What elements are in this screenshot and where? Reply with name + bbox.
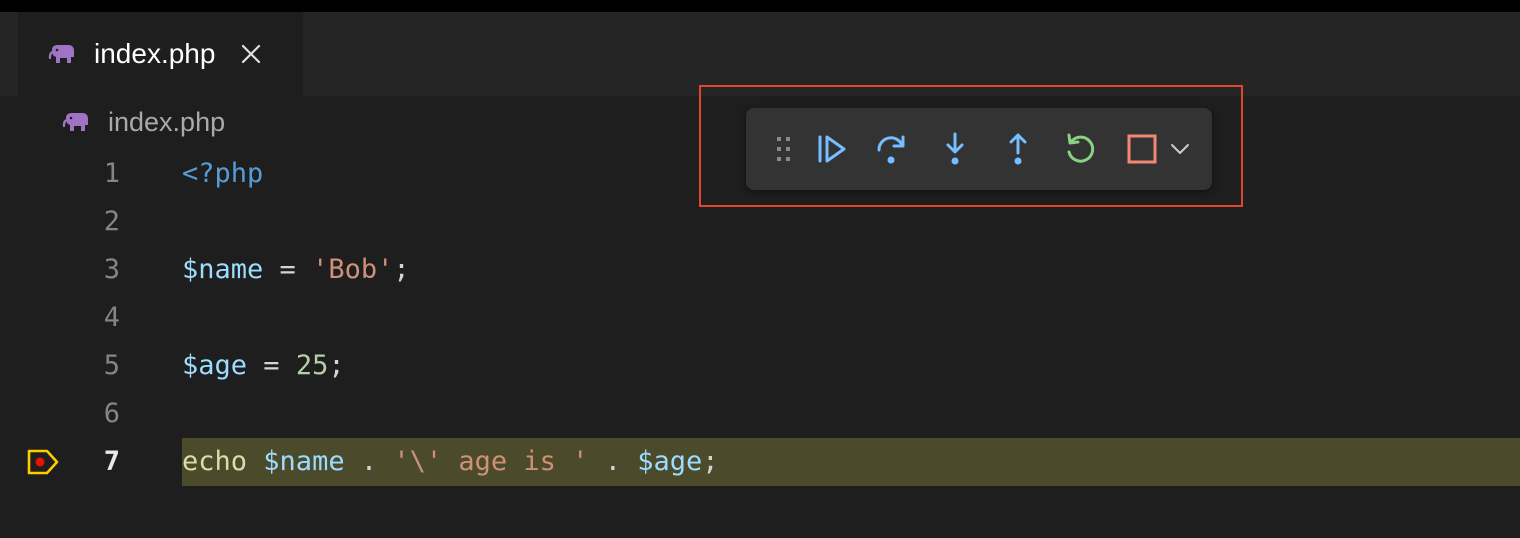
code-token: $age — [637, 446, 703, 477]
code-text: echo $name . '\' age is ' . $age; — [182, 438, 719, 486]
vscode-window: index.php index.php 1 <?php 2 3 $name = 'Bob… — [0, 12, 1520, 538]
code-token: = — [247, 350, 296, 381]
breadcrumb[interactable]: index.php — [62, 104, 225, 140]
code-token: ; — [328, 350, 345, 381]
step-over-button[interactable] — [872, 129, 912, 169]
code-token: echo — [182, 446, 248, 477]
php-elephant-icon — [62, 110, 94, 134]
more-options-button[interactable] — [1162, 129, 1198, 169]
close-icon[interactable] — [237, 40, 265, 68]
breakpoint-current-icon[interactable] — [26, 448, 60, 476]
step-into-icon — [946, 132, 964, 165]
restart-button[interactable] — [1060, 129, 1100, 169]
code-token: 25 — [295, 350, 329, 381]
continue-icon — [818, 135, 846, 163]
code-text: $age = 25; — [182, 342, 345, 390]
code-token: ; — [393, 254, 410, 285]
code-token: <?php — [182, 158, 264, 189]
code-text: <?php — [182, 150, 263, 198]
line-number: 6 — [103, 398, 120, 429]
chevron-down-icon — [1171, 144, 1189, 154]
code-token: '\' age is ' — [393, 446, 589, 477]
line-number: 4 — [103, 302, 120, 333]
code-token: . — [588, 446, 638, 477]
continue-button[interactable] — [812, 129, 852, 169]
stop-icon — [1127, 134, 1157, 164]
line-number: 3 — [103, 254, 120, 285]
tab-index-php[interactable]: index.php — [18, 12, 303, 96]
code-token: = — [263, 254, 313, 285]
step-out-icon — [1009, 133, 1027, 165]
code-token: $name — [263, 446, 345, 477]
code-line[interactable]: 6 — [0, 390, 1520, 438]
step-out-button[interactable] — [998, 129, 1038, 169]
step-over-icon — [877, 135, 905, 164]
code-text: $name = 'Bob'; — [182, 246, 410, 294]
line-number: 7 — [103, 446, 120, 477]
debug-toolbar — [746, 108, 1212, 190]
code-line[interactable]: 4 — [0, 294, 1520, 342]
step-into-button[interactable] — [935, 129, 975, 169]
code-line[interactable]: 7 echo $name . '\' age is ' . $age; — [0, 438, 1520, 486]
code-token: 'Bob' — [312, 254, 394, 285]
code-line[interactable]: 3 $name = 'Bob'; — [0, 246, 1520, 294]
code-token: . — [344, 446, 394, 477]
line-number: 5 — [103, 350, 120, 381]
code-token: ; — [702, 446, 719, 477]
drag-handle-icon[interactable] — [774, 134, 794, 164]
php-elephant-icon — [48, 42, 80, 66]
tab-bar: index.php — [0, 12, 1520, 96]
tab-label: index.php — [94, 38, 216, 69]
restart-icon — [1067, 133, 1095, 163]
code-line[interactable]: 5 $age = 25; — [0, 342, 1520, 390]
code-editor[interactable]: 1 <?php 2 3 $name = 'Bob'; 4 5 $age = 25; 6 7 echo… — [0, 150, 1520, 538]
stop-button[interactable] — [1122, 129, 1162, 169]
line-number: 2 — [103, 206, 120, 237]
breadcrumb-label: index.php — [108, 106, 226, 137]
code-token: $age — [182, 350, 248, 381]
line-number: 1 — [103, 158, 120, 189]
code-token: $name — [182, 254, 264, 285]
